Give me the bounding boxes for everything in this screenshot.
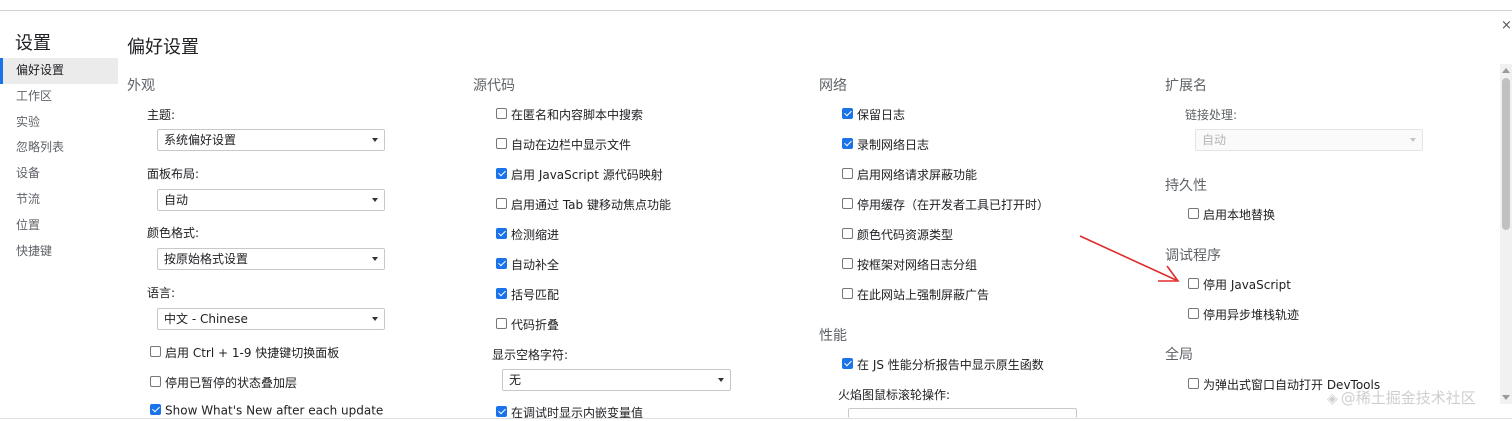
- scroll-down-icon[interactable]: [1502, 395, 1510, 400]
- watermark-text: @稀土掘金技术社区: [1340, 389, 1476, 407]
- annotation-arrow: [1079, 235, 1180, 282]
- watermark: ◈ @稀土掘金技术社区: [1327, 387, 1476, 408]
- bottom-divider: [0, 418, 1512, 419]
- vertical-scrollbar[interactable]: [1500, 64, 1512, 404]
- scroll-up-icon[interactable]: [1502, 68, 1510, 73]
- juejin-logo-icon: ◈: [1327, 391, 1338, 407]
- annotation-arrow-shaft: [1079, 235, 1177, 281]
- scrollbar-thumb[interactable]: [1502, 78, 1510, 230]
